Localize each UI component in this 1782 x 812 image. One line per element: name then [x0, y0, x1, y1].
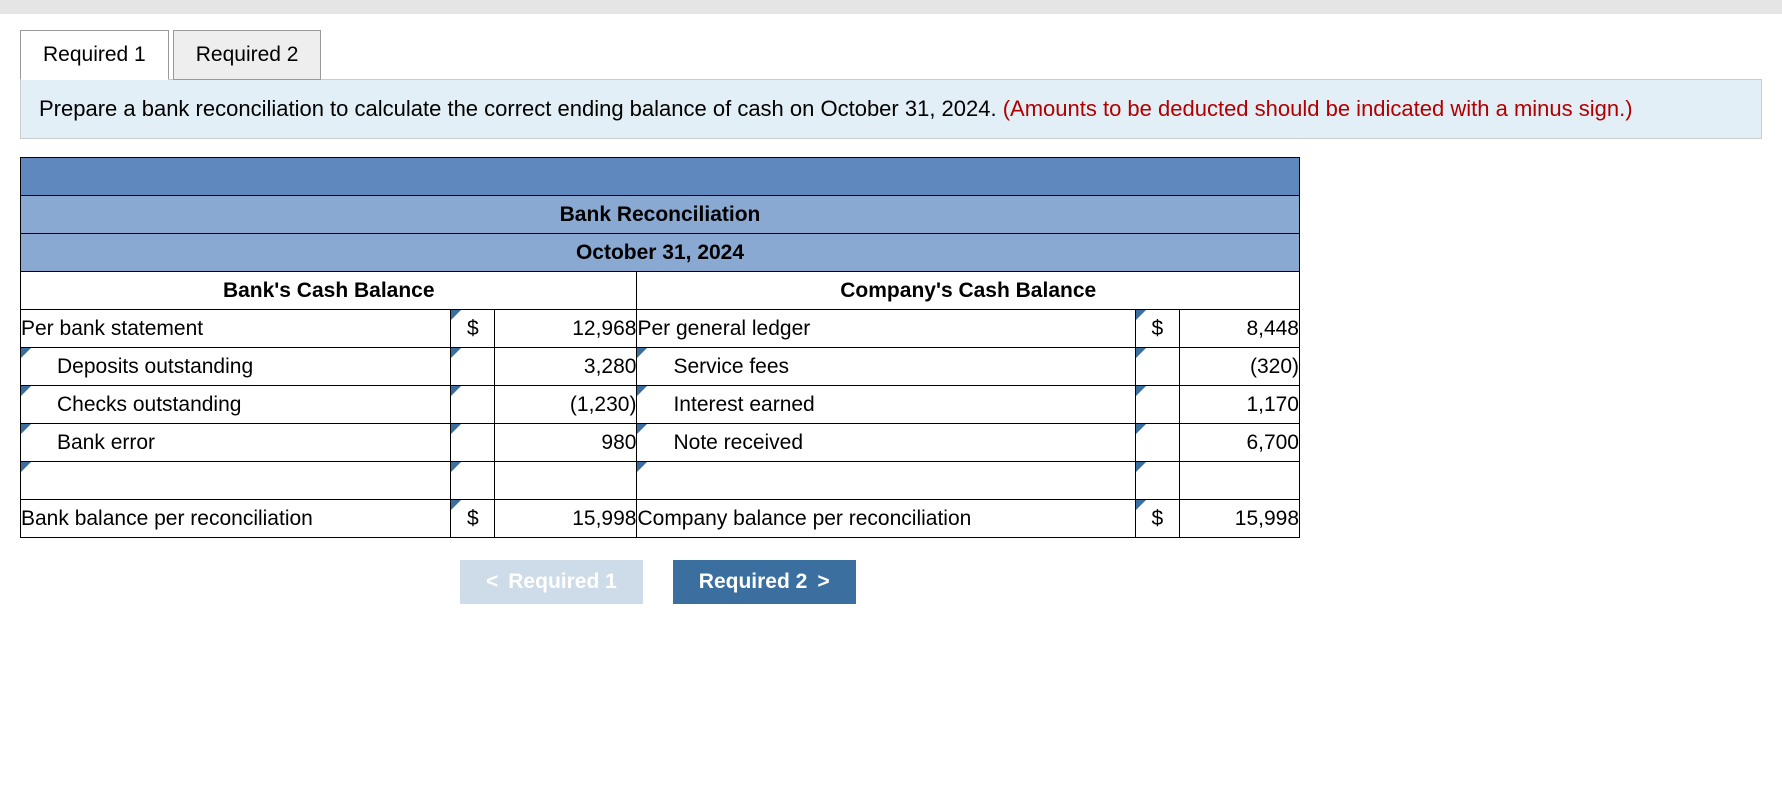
company-row4-blank-label[interactable]	[637, 462, 1135, 500]
company-row1-value[interactable]: (320)	[1179, 348, 1299, 386]
instruction-red-text: (Amounts to be deducted should be indica…	[1003, 96, 1633, 121]
bank-total-dollar[interactable]: $	[451, 500, 495, 538]
next-button[interactable]: Required 2 >	[673, 560, 856, 604]
company-row3-value[interactable]: 6,700	[1179, 424, 1299, 462]
reconciliation-table: Bank Reconciliation October 31, 2024 Ban…	[20, 157, 1300, 538]
company-row1-label[interactable]: Service fees	[637, 348, 1135, 386]
company-row2-label[interactable]: Interest earned	[637, 386, 1135, 424]
company-row3-dollar[interactable]	[1135, 424, 1179, 462]
bank-row4-blank-value[interactable]	[495, 462, 637, 500]
tab-required-2[interactable]: Required 2	[173, 30, 322, 80]
main-content: Required 1 Required 2 Prepare a bank rec…	[0, 14, 1782, 634]
bank-row2-dollar[interactable]	[451, 386, 495, 424]
bank-total-value[interactable]: 15,998	[495, 500, 637, 538]
bank-per-statement-dollar[interactable]: $	[451, 310, 495, 348]
nav-button-row: < Required 1 Required 2 >	[460, 560, 1762, 604]
instruction-box: Prepare a bank reconciliation to calcula…	[20, 79, 1762, 139]
next-button-label: Required 2	[699, 570, 808, 594]
bank-row4-blank-label[interactable]	[21, 462, 451, 500]
bank-row1-dollar[interactable]	[451, 348, 495, 386]
company-row3-label[interactable]: Note received	[637, 424, 1135, 462]
company-total-dollar[interactable]: $	[1135, 500, 1179, 538]
company-row1-dollar[interactable]	[1135, 348, 1179, 386]
header-spacer-row	[21, 158, 1300, 196]
company-per-ledger-dollar[interactable]: $	[1135, 310, 1179, 348]
table-title: Bank Reconciliation	[21, 196, 1300, 234]
bank-row3-dollar[interactable]	[451, 424, 495, 462]
bank-row4-blank-dollar[interactable]	[451, 462, 495, 500]
company-per-ledger-label: Per general ledger	[637, 310, 1135, 348]
bank-column-header: Bank's Cash Balance	[21, 272, 637, 310]
table-date: October 31, 2024	[21, 234, 1300, 272]
company-total-label: Company balance per reconciliation	[637, 500, 1135, 538]
company-row2-dollar[interactable]	[1135, 386, 1179, 424]
chevron-right-icon: >	[817, 570, 829, 594]
bank-row1-value[interactable]: 3,280	[495, 348, 637, 386]
prev-button: < Required 1	[460, 560, 643, 604]
top-gray-bar	[0, 0, 1782, 14]
chevron-left-icon: <	[486, 570, 498, 594]
company-column-header: Company's Cash Balance	[637, 272, 1300, 310]
company-row4-blank-dollar[interactable]	[1135, 462, 1179, 500]
bank-row2-label[interactable]: Checks outstanding	[21, 386, 451, 424]
bank-row3-label[interactable]: Bank error	[21, 424, 451, 462]
bank-total-label: Bank balance per reconciliation	[21, 500, 451, 538]
company-per-ledger-value[interactable]: 8,448	[1179, 310, 1299, 348]
bank-per-statement-value[interactable]: 12,968	[495, 310, 637, 348]
bank-per-statement-label: Per bank statement	[21, 310, 451, 348]
tab-row: Required 1 Required 2	[20, 30, 1762, 80]
bank-row2-value[interactable]: (1,230)	[495, 386, 637, 424]
tab-required-1[interactable]: Required 1	[20, 30, 169, 80]
bank-row1-label[interactable]: Deposits outstanding	[21, 348, 451, 386]
company-row4-blank-value[interactable]	[1179, 462, 1299, 500]
prev-button-label: Required 1	[508, 570, 617, 594]
company-row2-value[interactable]: 1,170	[1179, 386, 1299, 424]
company-total-value[interactable]: 15,998	[1179, 500, 1299, 538]
instruction-text: Prepare a bank reconciliation to calcula…	[39, 96, 1003, 121]
bank-row3-value[interactable]: 980	[495, 424, 637, 462]
